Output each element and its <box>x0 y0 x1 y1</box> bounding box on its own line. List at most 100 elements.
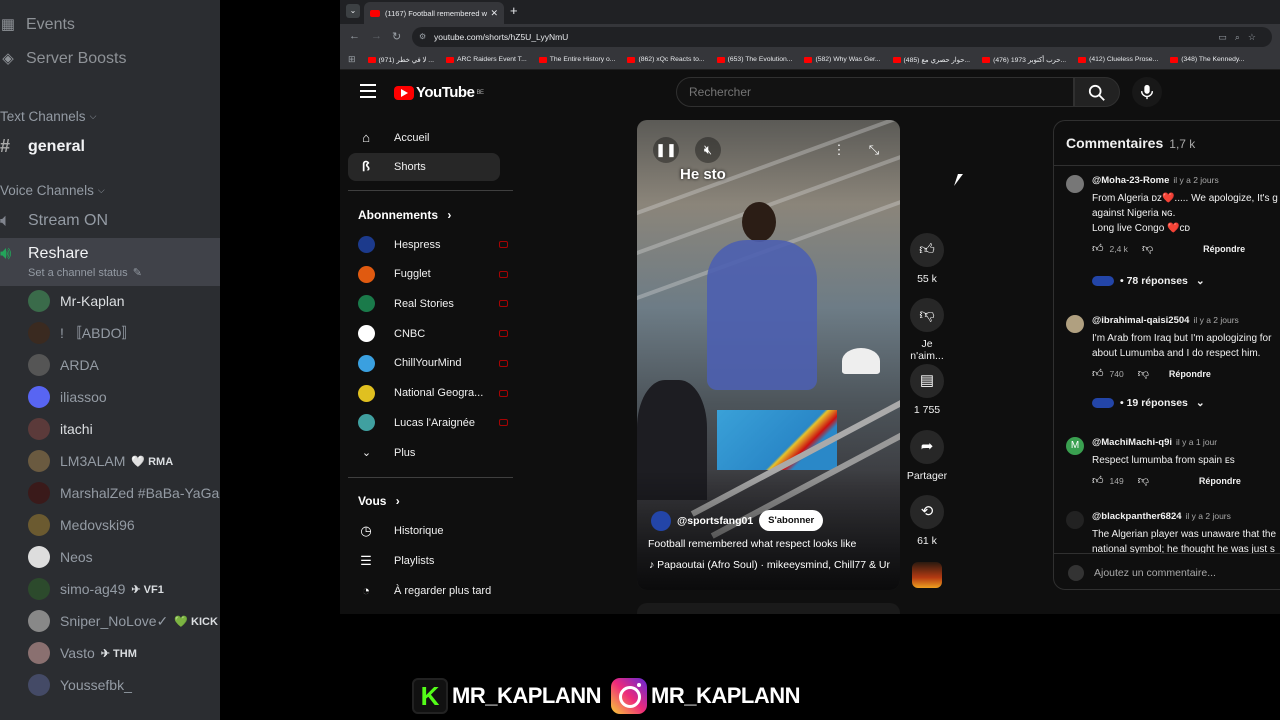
channel-avatar[interactable] <box>651 510 671 531</box>
server-boosts-item[interactable]: ◈ Server Boosts <box>0 50 126 68</box>
youtube-logo[interactable]: YouTube BE <box>394 84 484 101</box>
forward-icon[interactable]: → <box>371 30 382 42</box>
bookmark-item[interactable]: (862) xQc Reacts to... <box>627 56 705 63</box>
voice-member[interactable]: MarshalZed #BaBa-YaGa <box>28 482 219 504</box>
channel-status[interactable]: Set a channel status ✎ <box>28 266 142 280</box>
like-action[interactable]: 👍︎ 55 k <box>905 233 949 285</box>
subscribe-button[interactable]: S'abonner <box>759 510 824 531</box>
short-title[interactable]: Football remembered what respect looks l… <box>648 538 856 550</box>
reload-icon[interactable]: ↻ <box>392 30 401 43</box>
voice-member[interactable]: itachi <box>28 418 93 440</box>
fullscreen-button[interactable]: ⤡ <box>861 137 887 163</box>
short-video-player[interactable]: ❚❚ 🔇︎ ⋮ ⤡ He sto @sportsfang01 S'abonner… <box>637 120 900 590</box>
reply-button[interactable]: Répondre <box>1199 476 1241 486</box>
nav-shorts[interactable]: ꟗ Shorts <box>348 153 500 181</box>
thumbs-up-icon[interactable]: 👍︎ <box>1092 242 1104 255</box>
subscriptions-header[interactable]: Abonnements › <box>358 208 451 222</box>
bookmark-item[interactable]: (971) لا في خطر ... <box>367 56 434 64</box>
voice-channel-stream-on[interactable]: 🔈︎ Stream ON <box>0 210 108 231</box>
search-input[interactable] <box>676 77 1074 107</box>
events-item[interactable]: ▦ Events <box>0 16 75 34</box>
hamburger-menu-icon[interactable] <box>360 84 376 98</box>
site-info-icon[interactable]: ⚙ <box>419 27 426 47</box>
comments-action[interactable]: ▤ 1 755 <box>905 364 949 416</box>
comment-author[interactable]: @blackpanther6824 <box>1092 511 1182 522</box>
sound-thumbnail[interactable] <box>912 562 942 588</box>
short-music[interactable]: ♪ Papaoutai (Afro Soul) · mikeeysmind, C… <box>649 559 894 571</box>
voice-member[interactable]: Sniper_NoLove✓ 💚 KICK <box>28 610 218 632</box>
voice-member[interactable]: iliassoo <box>28 386 107 408</box>
voice-member[interactable]: ARDA <box>28 354 99 376</box>
dislike-action[interactable]: 👎︎ Je n'aim... <box>905 298 949 362</box>
subscription-item[interactable]: Hespress <box>358 236 508 253</box>
subscription-item[interactable]: Fugglet <box>358 265 508 283</box>
voice-channels-category[interactable]: Voice Channels ⌵ <box>0 183 105 198</box>
comment-icon[interactable]: ▤ <box>910 364 944 398</box>
remix-icon[interactable]: ⟲ <box>910 495 944 529</box>
nav-home[interactable]: ⌂ Accueil <box>348 124 500 152</box>
nav-more[interactable]: ⌄ Plus <box>358 446 508 460</box>
voice-search-button[interactable] <box>1132 77 1162 107</box>
thumbs-down-icon[interactable]: 👎︎ <box>1138 474 1149 487</box>
subscription-item[interactable]: Lucas l'Araignée <box>358 414 508 432</box>
voice-member[interactable]: Vasto ✈ THM <box>28 642 137 664</box>
bookmark-item[interactable]: The Entire History o... <box>538 56 615 63</box>
view-replies-button[interactable]: • 78 réponses ⌄ <box>1092 275 1205 287</box>
voice-member[interactable]: Medovski96 <box>28 514 135 536</box>
reply-button[interactable]: Répondre <box>1169 369 1211 379</box>
voice-member[interactable]: Neos <box>28 546 93 568</box>
voice-member[interactable]: Mr-Kaplan <box>28 290 125 312</box>
nav-watch-later[interactable]: ◔ À regarder plus tard <box>348 577 500 605</box>
tab-search-icon[interactable]: ⌄ <box>346 4 360 18</box>
nav-history[interactable]: ◷ Historique <box>348 517 500 545</box>
voice-member[interactable]: ! 〚ABDO〛 <box>28 322 135 344</box>
share-action[interactable]: ➦ Partager <box>905 430 949 482</box>
thumbs-up-icon[interactable]: 👍︎ <box>1092 474 1104 487</box>
remix-action[interactable]: ⟲ 61 k <box>905 495 949 547</box>
mute-button[interactable]: 🔇︎ <box>695 137 721 163</box>
close-tab-icon[interactable]: ✕ <box>490 8 498 19</box>
bookmark-item[interactable]: ARC Raiders Event T... <box>445 56 527 63</box>
subscription-item[interactable]: National Geogra... <box>358 384 508 402</box>
share-icon[interactable]: ➦ <box>910 430 944 464</box>
voice-member[interactable]: simo-ag49 ✈ VF1 <box>28 578 164 600</box>
subscription-item[interactable]: Real Stories <box>358 295 508 313</box>
bookmark-item[interactable]: (412) Clueless Prose... <box>1078 56 1158 63</box>
voice-channel-reshare-row[interactable]: 🔊︎ Reshare <box>0 243 88 264</box>
add-comment-field[interactable]: Ajoutez un commentaire... <box>1054 553 1280 589</box>
browser-tab-active[interactable]: (1167) Football remembered w ✕ <box>364 2 504 24</box>
thumbs-down-icon[interactable]: 👎︎ <box>1138 367 1149 380</box>
apps-grid-icon[interactable]: ⊞ <box>348 54 356 65</box>
commenter-avatar[interactable] <box>1066 175 1084 193</box>
view-replies-button[interactable]: • 19 réponses ⌄ <box>1092 397 1205 409</box>
pause-button[interactable]: ❚❚ <box>653 137 679 163</box>
channel-handle[interactable]: @sportsfang01 <box>677 515 753 527</box>
thumbs-down-icon[interactable]: 👎︎ <box>910 298 944 332</box>
bookmark-item[interactable]: (476) حرب أكتوبر 1973... <box>982 56 1066 64</box>
comment-author[interactable]: @MachiMachi-q9i <box>1092 437 1172 448</box>
url-field[interactable]: ⚙ youtube.com/shorts/hZ5U_LyyNmU ▭⌕☆ <box>412 27 1272 47</box>
comment-author[interactable]: @Moha-23-Rome <box>1092 175 1169 186</box>
bookmark-item[interactable]: (485) حوار حصري مع... <box>892 56 970 64</box>
reply-button[interactable]: Répondre <box>1203 244 1245 254</box>
subscription-item[interactable]: CNBC <box>358 325 508 343</box>
commenter-avatar[interactable] <box>1066 511 1084 529</box>
next-short-preview[interactable] <box>637 603 900 614</box>
voice-member[interactable]: LM3ALAM 🤍 RMA <box>28 450 173 472</box>
thumbs-down-icon[interactable]: 👎︎ <box>1142 242 1153 255</box>
thumbs-up-icon[interactable]: 👍︎ <box>1092 367 1104 380</box>
back-icon[interactable]: ← <box>349 30 360 42</box>
thumbs-up-icon[interactable]: 👍︎ <box>910 233 944 267</box>
address-bar-actions-icon[interactable]: ▭⌕☆ <box>1218 27 1264 47</box>
you-header[interactable]: Vous › <box>358 494 400 508</box>
subscription-item[interactable]: ChillYourMind <box>358 354 508 372</box>
bookmark-item[interactable]: (582) Why Was Ger... <box>804 56 881 63</box>
channel-general[interactable]: # general <box>0 136 85 157</box>
commenter-avatar[interactable]: M <box>1066 437 1084 455</box>
text-channels-category[interactable]: Text Channels ⌵ <box>0 109 96 124</box>
bookmark-item[interactable]: (348) The Kennedy... <box>1170 56 1244 63</box>
nav-playlists[interactable]: ☰ Playlists <box>348 547 500 575</box>
bookmark-item[interactable]: (653) The Evolution... <box>716 56 792 63</box>
new-tab-icon[interactable]: + <box>510 3 518 18</box>
more-options-button[interactable]: ⋮ <box>826 137 852 163</box>
